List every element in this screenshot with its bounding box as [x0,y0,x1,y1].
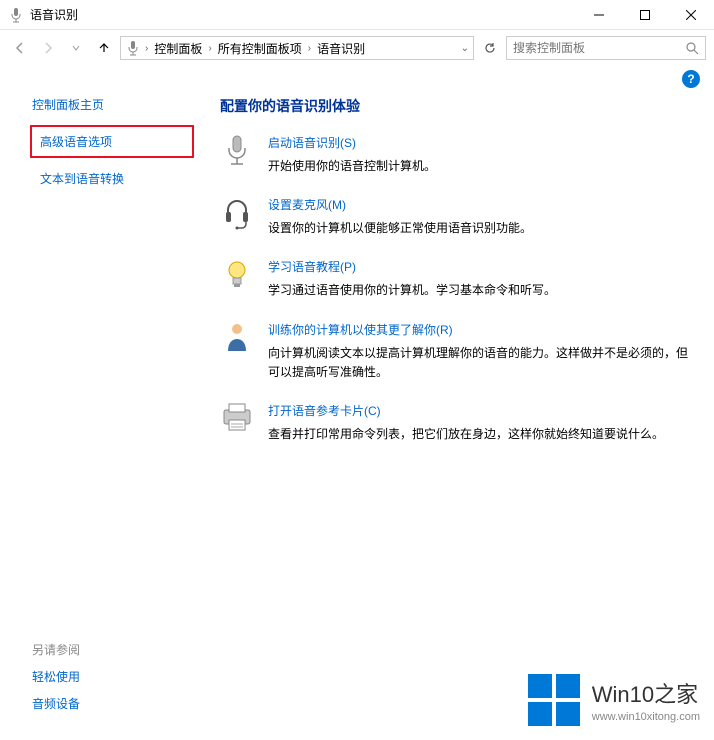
watermark: Win10之家 www.win10xitong.com [528,674,700,726]
lightbulb-icon [220,258,254,292]
mic-icon [220,134,254,168]
sidebar-link-tts[interactable]: 文本到语音转换 [32,164,192,193]
search-icon[interactable] [685,41,699,55]
option-body: 学习语音教程(P) 学习通过语音使用你的计算机。学习基本命令和听写。 [268,258,694,300]
watermark-text: Win10之家 www.win10xitong.com [592,677,700,723]
breadcrumb-item[interactable]: 所有控制面板项 [214,40,306,57]
see-also: 另请参阅 轻松使用 音频设备 [32,641,80,722]
sidebar: 控制面板主页 高级语音选项 文本到语音转换 [0,96,210,464]
see-also-link[interactable]: 轻松使用 [32,668,80,685]
mic-icon [8,7,24,23]
chevron-right-icon[interactable]: › [308,43,311,54]
breadcrumb-item[interactable]: 语音识别 [313,40,369,57]
option-link[interactable]: 学习语音教程(P) [268,258,694,275]
printer-icon [220,402,254,436]
maximize-button[interactable] [622,0,668,30]
sidebar-home-link[interactable]: 控制面板主页 [32,96,192,113]
titlebar: 语音识别 [0,0,714,30]
option-body: 训练你的计算机以使其更了解你(R) 向计算机阅读文本以提高计算机理解你的语音的能… [268,321,694,382]
content: 控制面板主页 高级语音选项 文本到语音转换 配置你的语音识别体验 启动语音识别(… [0,96,714,464]
windows-logo-icon [528,674,580,726]
option-desc: 设置你的计算机以便能够正常使用语音识别功能。 [268,219,694,238]
headset-icon [220,196,254,230]
recent-dropdown[interactable] [64,36,88,60]
option-link[interactable]: 训练你的计算机以使其更了解你(R) [268,321,694,338]
option-desc: 学习通过语音使用你的计算机。学习基本命令和听写。 [268,281,694,300]
watermark-url: www.win10xitong.com [592,711,700,723]
refresh-button[interactable] [478,36,502,60]
forward-button[interactable] [36,36,60,60]
chevron-right-icon[interactable]: › [208,43,211,54]
help-icon[interactable]: ? [682,70,700,88]
watermark-brand: Win10之家 [592,677,700,709]
option-link[interactable]: 设置麦克风(M) [268,196,694,213]
see-also-title: 另请参阅 [32,641,80,658]
back-button[interactable] [8,36,32,60]
help-bar: ? [0,66,714,96]
option-start: 启动语音识别(S) 开始使用你的语音控制计算机。 [220,134,694,176]
option-tutorial: 学习语音教程(P) 学习通过语音使用你的计算机。学习基本命令和听写。 [220,258,694,300]
breadcrumb-item[interactable]: 控制面板 [150,40,206,57]
sidebar-link-advanced[interactable]: 高级语音选项 [30,125,194,158]
search-box[interactable] [506,36,706,60]
option-link[interactable]: 启动语音识别(S) [268,134,694,151]
option-body: 启动语音识别(S) 开始使用你的语音控制计算机。 [268,134,694,176]
option-desc: 向计算机阅读文本以提高计算机理解你的语音的能力。这样做并不是必须的，但可以提高听… [268,344,694,382]
person-icon [220,321,254,355]
up-button[interactable] [92,36,116,60]
chevron-down-icon[interactable]: ⌄ [461,43,469,54]
page-title: 配置你的语音识别体验 [220,96,694,116]
minimize-button[interactable] [576,0,622,30]
option-train: 训练你的计算机以使其更了解你(R) 向计算机阅读文本以提高计算机理解你的语音的能… [220,321,694,382]
option-setup-mic: 设置麦克风(M) 设置你的计算机以便能够正常使用语音识别功能。 [220,196,694,238]
see-also-link[interactable]: 音频设备 [32,695,80,712]
main: 配置你的语音识别体验 启动语音识别(S) 开始使用你的语音控制计算机。 设置麦克… [210,96,714,464]
option-desc: 查看并打印常用命令列表，把它们放在身边，这样你就始终知道要说什么。 [268,425,694,444]
close-button[interactable] [668,0,714,30]
option-link[interactable]: 打开语音参考卡片(C) [268,402,694,419]
window-buttons [576,0,714,30]
option-reference: 打开语音参考卡片(C) 查看并打印常用命令列表，把它们放在身边，这样你就始终知道… [220,402,694,444]
option-body: 设置麦克风(M) 设置你的计算机以便能够正常使用语音识别功能。 [268,196,694,238]
mic-icon [125,40,141,56]
search-input[interactable] [513,41,685,55]
option-body: 打开语音参考卡片(C) 查看并打印常用命令列表，把它们放在身边，这样你就始终知道… [268,402,694,444]
option-desc: 开始使用你的语音控制计算机。 [268,157,694,176]
window-title: 语音识别 [30,6,576,23]
chevron-right-icon[interactable]: › [145,43,148,54]
breadcrumb[interactable]: › 控制面板 › 所有控制面板项 › 语音识别 ⌄ [120,36,474,60]
navbar: › 控制面板 › 所有控制面板项 › 语音识别 ⌄ [0,30,714,66]
